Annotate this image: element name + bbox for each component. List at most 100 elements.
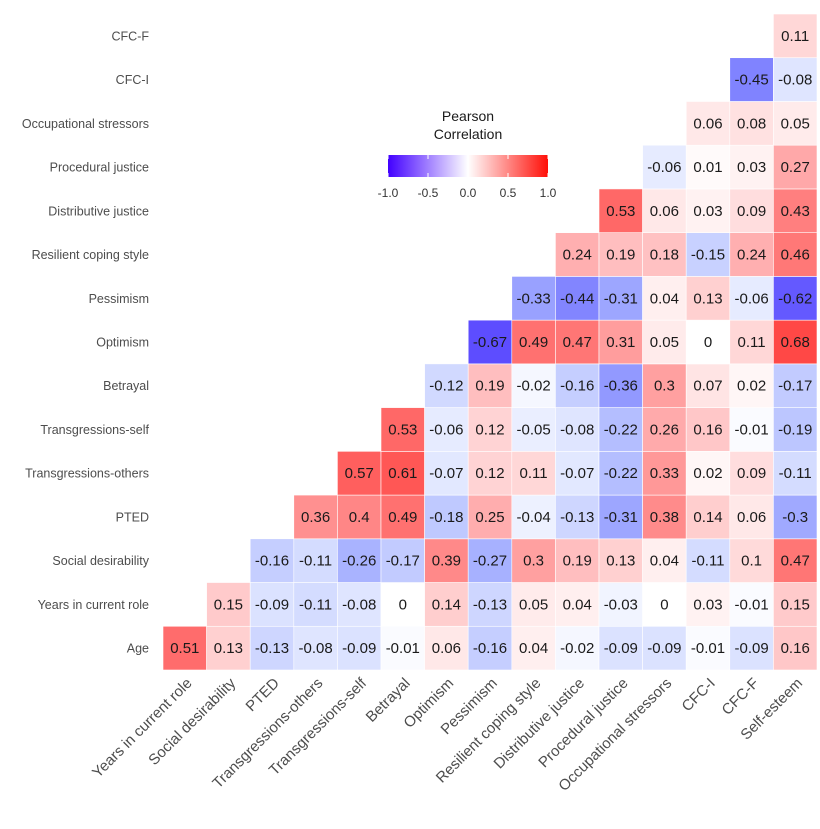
cell-value-label: 0.51 xyxy=(170,640,199,657)
y-tick-label: Procedural justice xyxy=(50,161,149,175)
cell-value-label: -0.08 xyxy=(560,421,594,438)
cell-value-label: 0.06 xyxy=(432,640,461,657)
cell-value-label: 0.36 xyxy=(301,509,330,526)
x-tick-label: PTED xyxy=(243,675,283,715)
cell-value-label: 0.13 xyxy=(693,290,722,307)
color-legend: Pearson Correlation -1.0 -0.5 0.0 0.5 1.0 xyxy=(378,108,557,200)
cell-value-label: -0.22 xyxy=(604,465,638,482)
cell-value-label: 0.07 xyxy=(693,378,722,395)
y-tick-label: CFC-I xyxy=(116,73,149,87)
cell-value-label: 0.12 xyxy=(475,465,504,482)
cell-value-label: 0.24 xyxy=(737,247,766,264)
cell-value-label: -0.09 xyxy=(255,596,289,613)
cell-value-label: 0.15 xyxy=(781,596,810,613)
cell-value-label: 0.05 xyxy=(650,334,679,351)
cell-value-label: 0.26 xyxy=(650,421,679,438)
cell-value-label: -0.01 xyxy=(386,640,420,657)
cell-value-label: 0.68 xyxy=(781,334,810,351)
cell-value-label: 0.14 xyxy=(432,596,461,613)
y-tick-label: Betrayal xyxy=(103,379,149,393)
y-tick-label: Age xyxy=(127,642,149,656)
cell-value-label: -0.22 xyxy=(604,421,638,438)
cell-value-label: -0.12 xyxy=(429,378,463,395)
cell-value-label: -0.15 xyxy=(691,247,725,264)
cell-value-label: 0.47 xyxy=(563,334,592,351)
cell-value-label: -0.01 xyxy=(734,596,768,613)
legend-title-line2: Correlation xyxy=(434,126,502,142)
cell-value-label: 0.19 xyxy=(475,378,504,395)
cell-value-label: 0.3 xyxy=(523,553,544,570)
cell-value-label: 0.12 xyxy=(475,421,504,438)
cell-value-label: 0.49 xyxy=(519,334,548,351)
cell-value-label: -0.03 xyxy=(604,596,638,613)
cell-value-label: 0.06 xyxy=(737,509,766,526)
cell-value-label: -0.17 xyxy=(778,378,812,395)
cell-value-label: 0.31 xyxy=(606,334,635,351)
cell-value-label: 0.06 xyxy=(650,203,679,220)
cell-value-label: -0.08 xyxy=(298,640,332,657)
correlation-heatmap: 0.51 0.13 -0.13 -0.08 -0.09 -0.01 0.06 -0.16 0.0… xyxy=(22,13,818,795)
cell-value-label: -0.45 xyxy=(734,72,768,89)
y-tick-label: Distributive justice xyxy=(48,204,149,218)
cell-value-label: 0.25 xyxy=(475,509,504,526)
cell-value-label: -0.01 xyxy=(691,640,725,657)
cell-value-label: -0.07 xyxy=(560,465,594,482)
cell-value-label: -0.62 xyxy=(778,290,812,307)
cell-value-label: 0.15 xyxy=(214,596,243,613)
cell-value-label: -0.17 xyxy=(386,553,420,570)
y-tick-label: PTED xyxy=(116,510,149,524)
cell-value-label: -0.44 xyxy=(560,290,594,307)
cell-value-label: -0.19 xyxy=(778,421,812,438)
cell-value-label: 0.09 xyxy=(737,203,766,220)
legend-tick-label: 0.0 xyxy=(460,186,477,200)
legend-tick-label: -0.5 xyxy=(418,186,439,200)
cell-value-label: 0.57 xyxy=(345,465,374,482)
y-tick-label: Social desirability xyxy=(52,554,149,568)
cell-value-label: 0.09 xyxy=(737,465,766,482)
cell-value-label: 0.53 xyxy=(606,203,635,220)
cell-value-label: 0.38 xyxy=(650,509,679,526)
cell-value-label: 0.11 xyxy=(781,28,809,45)
cell-value-label: -0.09 xyxy=(604,640,638,657)
cell-value-label: -0.13 xyxy=(473,596,507,613)
cell-value-label: 0.04 xyxy=(650,553,679,570)
cell-value-label: -0.08 xyxy=(342,596,376,613)
cell-value-label: -0.06 xyxy=(429,421,463,438)
y-axis-labels: Age Years in current role Social desirabil… xyxy=(22,29,150,655)
x-tick-label: CFC-I xyxy=(679,675,719,715)
cell-value-label: -0.06 xyxy=(647,159,681,176)
cell-value-label: -0.16 xyxy=(560,378,594,395)
cell-value-label: 0.1 xyxy=(741,553,762,570)
cell-value-label: -0.11 xyxy=(691,553,724,570)
cell-value-label: -0.3 xyxy=(782,509,808,526)
cell-value-label: 0.03 xyxy=(737,159,766,176)
x-axis-labels: Years in current roleSocial desirability… xyxy=(89,674,806,794)
legend-tick-label: -1.0 xyxy=(378,186,399,200)
cell-value-label: -0.36 xyxy=(604,378,638,395)
y-tick-label: CFC-F xyxy=(112,29,150,43)
y-tick-label: Resilient coping style xyxy=(32,248,149,262)
cell-value-label: 0 xyxy=(660,596,668,613)
cell-value-label: 0 xyxy=(704,334,712,351)
cell-value-label: 0.13 xyxy=(214,640,243,657)
cell-value-label: 0.05 xyxy=(519,596,548,613)
cell-value-label: 0.43 xyxy=(781,203,810,220)
legend-tick-label: 0.5 xyxy=(500,186,517,200)
cell-value-label: 0.27 xyxy=(781,159,810,176)
cell-value-label: 0.06 xyxy=(693,115,722,132)
cell-value-label: 0.16 xyxy=(693,421,722,438)
cell-value-label: 0.05 xyxy=(781,115,810,132)
cell-value-label: -0.06 xyxy=(734,290,768,307)
y-tick-label: Pessimism xyxy=(89,292,149,306)
cell-value-label: -0.04 xyxy=(516,509,550,526)
cell-value-label: -0.02 xyxy=(560,640,594,657)
cell-value-label: -0.09 xyxy=(647,640,681,657)
cell-value-label: -0.07 xyxy=(429,465,463,482)
cell-value-label: -0.11 xyxy=(299,596,332,613)
cell-value-label: 0.19 xyxy=(606,247,635,264)
cell-value-label: 0.04 xyxy=(563,596,592,613)
legend-title-line1: Pearson xyxy=(442,108,494,124)
cell-value-label: 0.02 xyxy=(737,378,766,395)
y-tick-label: Transgressions-others xyxy=(25,467,149,481)
cell-value-label: 0.11 xyxy=(520,465,548,482)
